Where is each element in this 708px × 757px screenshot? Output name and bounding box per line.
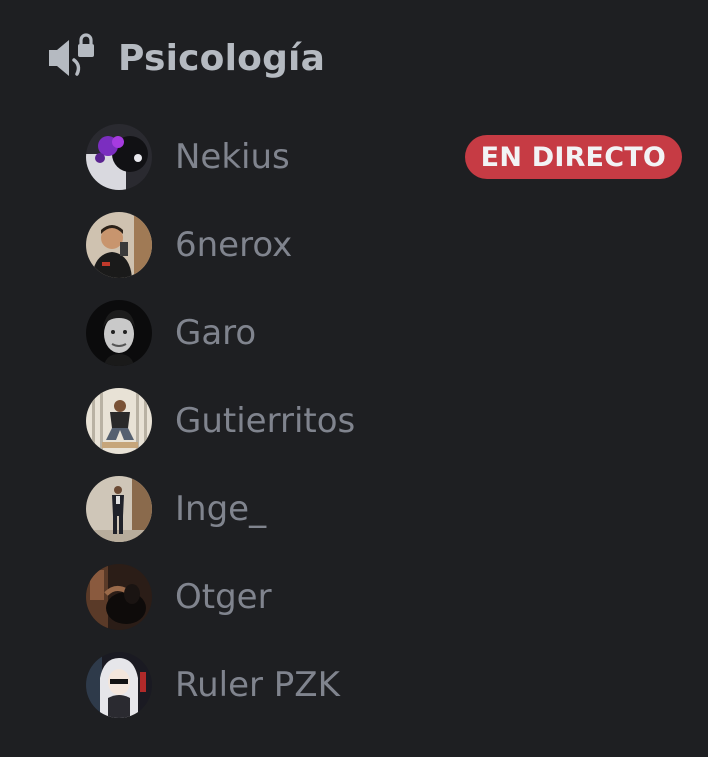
member-name: 6nerox <box>175 225 293 265</box>
member-garo[interactable]: Garo <box>86 300 686 366</box>
member-inge[interactable]: Inge_ <box>86 476 686 542</box>
avatar <box>86 564 152 630</box>
avatar <box>86 652 152 718</box>
avatar <box>86 300 152 366</box>
channel-name: Psicología <box>118 37 326 79</box>
voice-channel-header[interactable]: Psicología <box>46 28 325 88</box>
member-otger[interactable]: Otger <box>86 564 686 630</box>
member-name: Gutierritos <box>175 401 356 441</box>
voice-channel-panel: Psicología Nekius EN DIRECTO 6nerox Garo… <box>0 0 708 757</box>
member-ruler-pzk[interactable]: Ruler PZK <box>86 652 686 718</box>
member-6nerox[interactable]: 6nerox <box>86 212 686 278</box>
member-nekius[interactable]: Nekius EN DIRECTO <box>86 124 686 190</box>
avatar <box>86 124 152 190</box>
avatar <box>86 476 152 542</box>
member-name: Otger <box>175 577 272 617</box>
voice-member-list: Nekius EN DIRECTO 6nerox Garo Gutierrito… <box>86 124 686 740</box>
member-name: Garo <box>175 313 257 353</box>
avatar <box>86 212 152 278</box>
live-badge: EN DIRECTO <box>464 135 682 179</box>
member-name: Nekius <box>175 137 290 177</box>
member-gutierritos[interactable]: Gutierritos <box>86 388 686 454</box>
member-name: Inge_ <box>175 489 267 529</box>
avatar <box>86 388 152 454</box>
speaker-lock-icon <box>46 32 98 84</box>
member-name: Ruler PZK <box>175 665 340 705</box>
